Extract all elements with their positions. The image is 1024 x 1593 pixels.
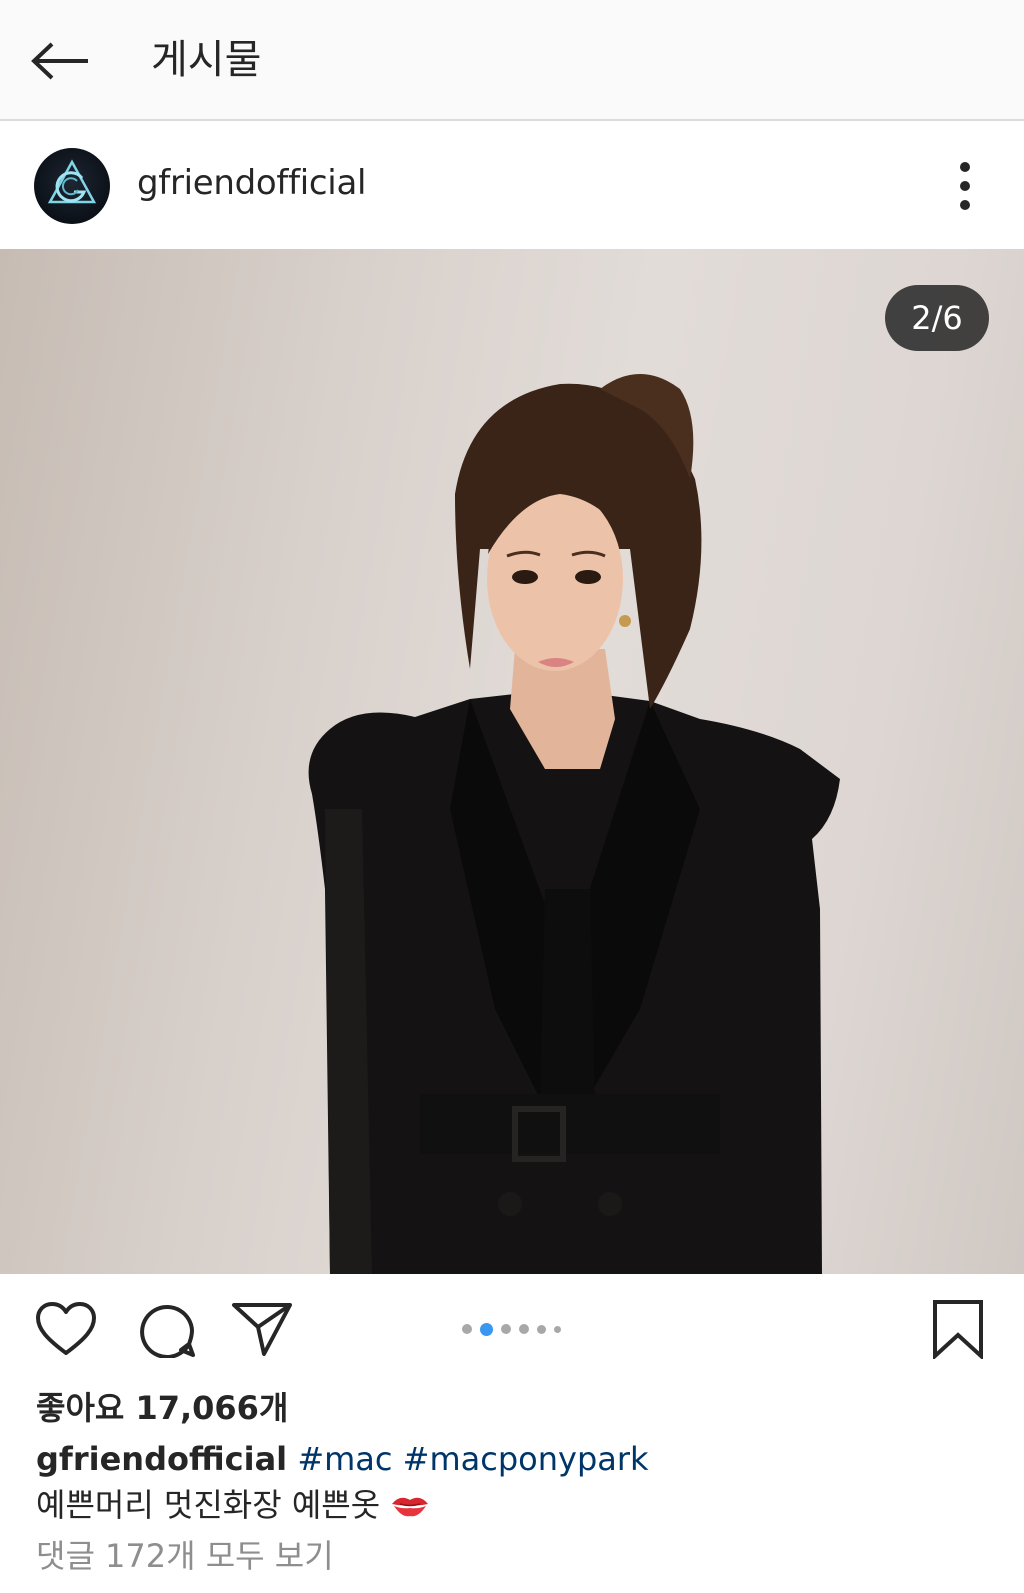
hashtag-link[interactable]: #mac [297,1440,392,1478]
like-button[interactable] [30,1296,102,1362]
kiss-mark-icon [392,1497,429,1517]
more-vertical-icon [960,162,970,172]
post-photo-illustration [308,374,841,1274]
post-username[interactable]: gfriendofficial [137,161,366,205]
carousel-dot [554,1325,561,1333]
carousel-dot [501,1324,511,1334]
carousel-dot-active [480,1322,493,1336]
top-bar: 게시물 [0,0,1024,121]
share-button[interactable] [226,1296,298,1362]
caption-username[interactable]: gfriendofficial [36,1440,287,1478]
carousel-dot [519,1324,529,1334]
save-button[interactable] [925,1294,991,1364]
action-bar [0,1274,1024,1384]
back-button[interactable] [24,32,96,90]
page-title: 게시물 [151,37,262,83]
image-counter: 2/6 [885,285,989,351]
send-icon [232,1303,292,1356]
carousel-dot [537,1324,546,1334]
post-image[interactable]: 2/6 [0,249,1024,1274]
caption: gfriendofficial #mac #macponypark [36,1437,649,1481]
heart-icon [36,1302,96,1355]
view-all-comments-link[interactable]: 댓글 172개 모두 보기 [36,1534,334,1578]
post-header: gfriendofficial [0,123,1024,249]
caption-text: 예쁜머리 멋진화장 예쁜옷 [36,1486,381,1524]
likes-count[interactable]: 좋아요 17,066개 [36,1386,288,1430]
arrow-left-icon [31,42,88,80]
caption-text-line: 예쁜머리 멋진화장 예쁜옷 [36,1483,430,1527]
comment-button[interactable] [130,1296,202,1362]
hashtag-link[interactable]: #macponypark [403,1440,649,1478]
bookmark-icon [933,1300,983,1359]
carousel-dot [462,1324,472,1334]
more-options-button[interactable] [945,153,985,219]
carousel-indicator [462,1321,561,1337]
comment-icon [140,1304,195,1358]
gfriend-logo-icon [47,159,97,204]
avatar[interactable] [34,148,110,224]
